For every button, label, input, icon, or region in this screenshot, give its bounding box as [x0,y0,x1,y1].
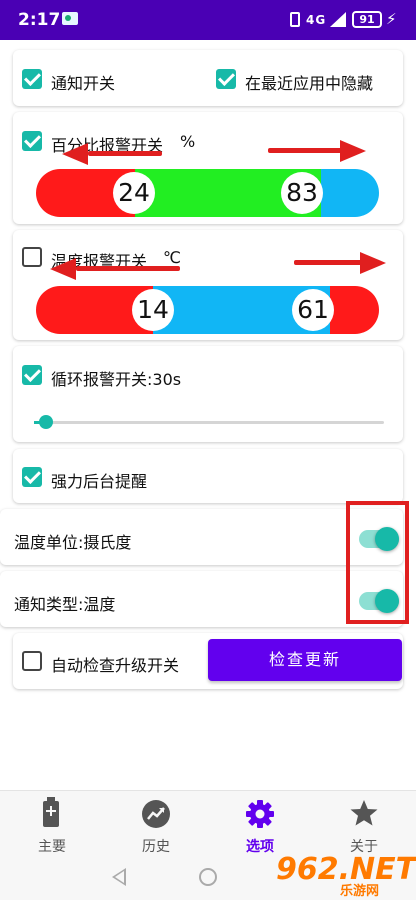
temp-high-thumb[interactable]: 61 [292,289,334,331]
temp-range-high [330,286,379,334]
trend-icon [142,800,170,828]
star-icon [349,798,379,828]
auto-check-label[interactable]: 自动检查升级开关 [51,652,179,676]
vibrate-icon [290,12,300,27]
temp-unit-label: 温度单位:摄氏度 [14,533,132,552]
annotation-arrow-left-2-head [50,258,76,280]
charging-icon: ⚡ [386,10,397,28]
percent-high-thumb[interactable]: 83 [281,172,323,214]
loop-interval-slider-thumb[interactable] [39,415,53,429]
percent-range-high [321,169,379,217]
loop-alarm-checkbox[interactable] [22,365,42,385]
battery-icon [43,797,59,827]
nav-about[interactable]: 关于 [312,791,416,857]
annotation-arrow-left [88,151,162,156]
nav-main-label: 主要 [38,839,66,855]
force-reminder-checkbox[interactable] [22,467,42,487]
nav-history-label: 历史 [142,839,170,855]
home-icon[interactable] [199,868,217,886]
annotation-arrow-right-2 [294,260,362,265]
status-time: 2:17 [18,10,61,30]
nav-main[interactable]: 主要 [0,791,104,857]
percent-unit: % [180,132,196,151]
nav-options[interactable]: 选项 [208,791,312,857]
percent-range-slider[interactable] [36,169,379,217]
percent-low-thumb[interactable]: 24 [113,172,155,214]
loop-alarm-label[interactable]: 循环报警开关:30s [51,366,181,390]
notification-icon [62,12,78,25]
notify-switch-checkbox[interactable] [22,69,42,89]
bottom-navigation: 主要 历史 选项 关于 [0,790,416,856]
loop-alarm-card [13,346,403,442]
annotation-arrow-right-head [340,140,366,162]
annotation-arrow-left-2 [76,266,180,271]
annotation-arrow-right-2-head [360,252,386,274]
battery-indicator: 91 [352,11,382,28]
temp-unit: ℃ [163,248,181,267]
network-indicator: 4G [306,13,327,27]
nav-history[interactable]: 历史 [104,791,208,857]
hide-recent-checkbox[interactable] [216,69,236,89]
annotation-arrow-right [268,148,342,153]
check-update-button[interactable]: 检查更新 [208,639,402,681]
notify-type-label: 通知类型:温度 [14,595,116,614]
force-reminder-label[interactable]: 强力后台提醒 [51,468,147,492]
status-bar: 2:17 4G 91 ⚡ [0,0,416,40]
watermark-sub: 乐游网 [340,884,380,899]
temp-low-thumb[interactable]: 14 [132,289,174,331]
temp-alarm-checkbox[interactable] [22,247,42,267]
loop-interval-slider-track[interactable] [34,421,384,424]
hide-recent-label[interactable]: 在最近应用中隐藏 [245,70,373,94]
notify-switch-label[interactable]: 通知开关 [51,70,115,94]
annotation-highlight-box [346,501,409,624]
gear-icon [245,799,275,829]
annotation-arrow-left-head [62,143,88,165]
back-icon-inner [115,871,124,883]
signal-icon [330,12,346,27]
percent-alarm-checkbox[interactable] [22,131,42,151]
auto-check-checkbox[interactable] [22,651,42,671]
